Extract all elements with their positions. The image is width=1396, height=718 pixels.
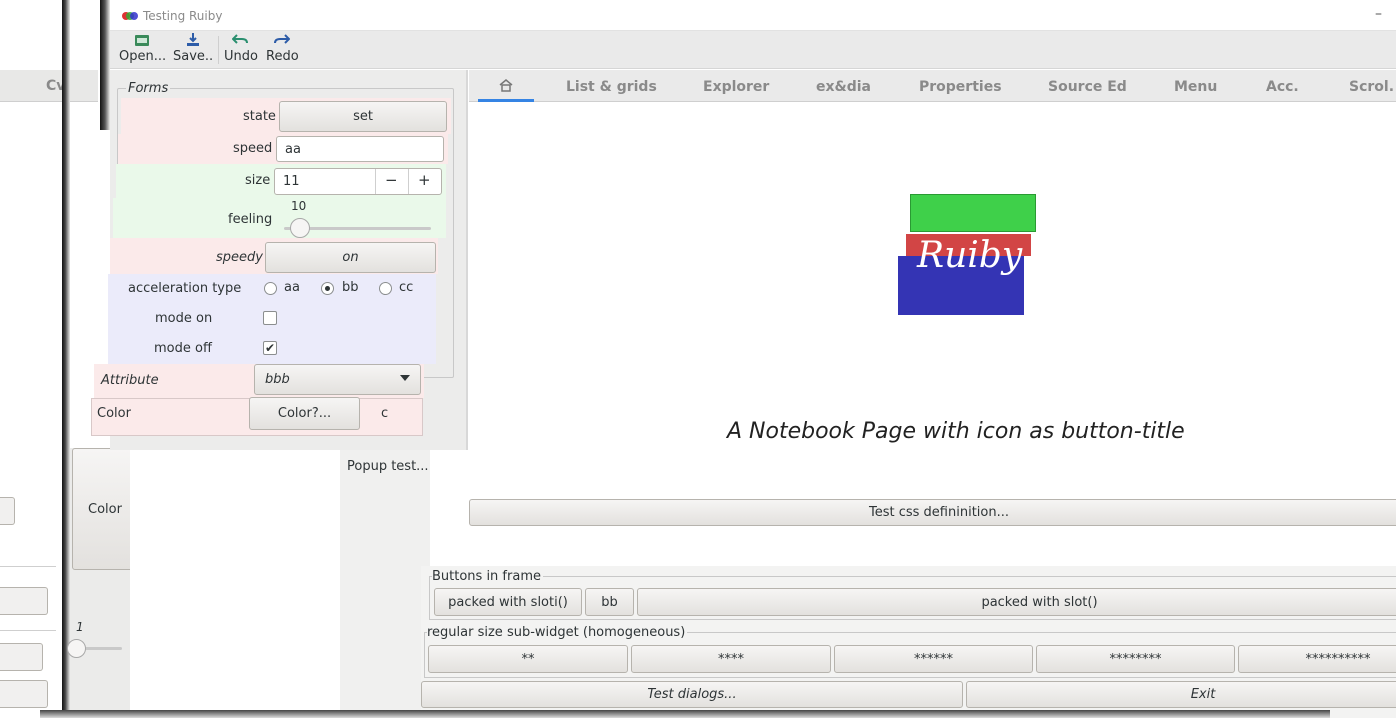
bottom-edge-artifact (40, 710, 1330, 718)
left-scale-value: 1 (76, 620, 84, 634)
color-value: c (381, 406, 389, 421)
test-css-button[interactable]: Test css defininition... (469, 499, 1396, 526)
minimize-icon[interactable]: – (1375, 6, 1382, 22)
notebook-page-caption: A Notebook Page with icon as button-titl… (727, 419, 1185, 444)
logo-text: Ruiby (917, 235, 1023, 276)
speed-input[interactable]: aa (276, 136, 444, 162)
attribute-combo-value: bbb (265, 372, 290, 387)
stars-button-1[interactable]: ** (428, 645, 628, 673)
size-label: size (245, 173, 271, 188)
size-spin-divider-2 (408, 169, 409, 194)
left-stub-button-2[interactable] (0, 587, 48, 615)
window-edge-shadow (62, 0, 70, 718)
app-icon (122, 10, 138, 20)
stars-button-5[interactable]: ********** (1238, 645, 1396, 673)
undo-button-label[interactable]: Undo (224, 49, 258, 64)
stars-button-2[interactable]: **** (631, 645, 831, 673)
popup-column (340, 450, 430, 710)
radio-cc-label[interactable]: cc (399, 280, 413, 295)
chevron-down-icon (400, 375, 410, 381)
radio-aa-label[interactable]: aa (284, 280, 300, 295)
test-dialogs-button[interactable]: Test dialogs... (421, 681, 963, 708)
tab-explorer[interactable]: Explorer (703, 72, 769, 102)
bb-button[interactable]: bb (585, 588, 634, 616)
logo-green-block (910, 194, 1036, 232)
size-spin-divider (375, 169, 376, 194)
mode-on-checkbox[interactable] (263, 311, 277, 325)
radio-bb-label[interactable]: bb (342, 280, 359, 295)
buttons-frame-label: Buttons in frame (432, 569, 543, 584)
attribute-label: Attribute (101, 373, 159, 388)
exit-button[interactable]: Exit (966, 681, 1396, 708)
popup-test-label[interactable]: Popup test... (347, 459, 429, 474)
size-spin-input[interactable]: 11 (274, 168, 442, 195)
acceleration-label: acceleration type (128, 281, 242, 296)
undo-icon[interactable] (231, 32, 248, 46)
packed-sloti-button[interactable]: packed with sloti() (434, 588, 582, 616)
left-divider-2 (0, 630, 56, 631)
radio-cc[interactable] (379, 282, 392, 295)
toolbar-separator (218, 36, 219, 64)
ruiby-logo: Ruiby (897, 193, 1037, 317)
forms-frame-label: Forms (126, 81, 171, 96)
tab-ex-dia[interactable]: ex&dia (816, 72, 871, 102)
tab-menu[interactable]: Menu (1174, 72, 1217, 102)
left-stub-button-1[interactable] (0, 497, 15, 525)
open-button-label[interactable]: Open... (119, 49, 166, 64)
left-scale-knob[interactable] (67, 639, 86, 658)
speedy-label: speedy (216, 250, 263, 265)
tab-scrol[interactable]: Scrol. (1349, 72, 1394, 102)
redo-button-label[interactable]: Redo (266, 49, 299, 64)
mode-off-label: mode off (154, 341, 212, 356)
speedy-toggle-button[interactable]: on (265, 242, 436, 273)
redo-icon[interactable] (274, 32, 291, 46)
tab-list-grids[interactable]: List & grids (566, 72, 657, 102)
tab-home[interactable] (478, 70, 534, 102)
open-icon[interactable] (134, 33, 150, 47)
mode-off-checkbox[interactable]: ✔ (263, 341, 277, 355)
tab-source-ed[interactable]: Source Ed (1048, 72, 1127, 102)
packed-slot-button[interactable]: packed with slot() (637, 588, 1396, 616)
radio-bb[interactable] (321, 282, 334, 295)
left-stub-button-4[interactable] (0, 680, 48, 708)
stars-button-3[interactable]: ****** (834, 645, 1033, 673)
left-white-area (130, 448, 335, 710)
feeling-label: feeling (228, 212, 273, 227)
row-bg-feeling (113, 198, 446, 238)
color-label: Color (97, 406, 131, 421)
save-button-label[interactable]: Save.. (173, 49, 213, 64)
size-plus-button[interactable]: + (418, 171, 431, 189)
window-edge-shadow-top (100, 0, 110, 130)
left-stub-button-3[interactable] (0, 643, 43, 671)
left-color-button[interactable]: Color (72, 448, 138, 570)
feeling-value: 10 (291, 199, 307, 213)
regular-frame-label: regular size sub-widget (homogeneous) (427, 625, 688, 640)
stars-button-4[interactable]: ******** (1036, 645, 1235, 673)
color-picker-button[interactable]: Color?... (249, 397, 360, 430)
home-icon (499, 78, 513, 92)
left-divider (0, 566, 56, 567)
radio-aa[interactable] (264, 282, 277, 295)
speed-label: speed (233, 141, 273, 156)
attribute-combo[interactable]: bbb (254, 364, 421, 395)
toolbar (110, 31, 1396, 69)
mode-on-label: mode on (155, 311, 213, 326)
window-title: Testing Ruiby (143, 9, 223, 23)
title-bar (110, 0, 1396, 31)
state-label: state (243, 109, 276, 124)
tab-properties[interactable]: Properties (919, 72, 1002, 102)
save-icon[interactable] (185, 32, 201, 47)
size-minus-button[interactable]: − (385, 171, 398, 189)
notebook-area-border (466, 70, 468, 450)
tab-acc[interactable]: Acc. (1266, 72, 1299, 102)
state-set-button[interactable]: set (279, 101, 447, 132)
